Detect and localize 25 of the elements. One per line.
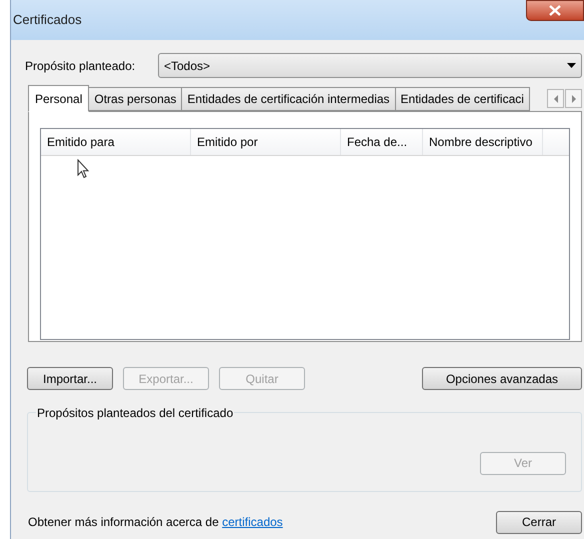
tab[interactable]: Otras personas bbox=[89, 87, 182, 111]
dialog-button[interactable]: Opciones avanzadas bbox=[422, 367, 582, 390]
tab[interactable]: Entidades de certificaci bbox=[396, 87, 530, 111]
tab[interactable]: Entidades de certificación intermedias bbox=[182, 87, 396, 111]
certificates-link[interactable]: certificados bbox=[222, 515, 283, 529]
purpose-dropdown[interactable]: <Todos> bbox=[158, 53, 582, 78]
right-arrow-icon bbox=[572, 94, 576, 102]
close-icon bbox=[549, 5, 561, 16]
scroll-left-button[interactable] bbox=[547, 89, 564, 108]
close-button[interactable] bbox=[526, 0, 584, 21]
column-header[interactable]: Fecha de... bbox=[341, 129, 423, 155]
info-text: Obtener más información acerca de certificados bbox=[28, 514, 283, 531]
left-arrow-icon bbox=[554, 94, 558, 102]
purpose-label: Propósito planteado: bbox=[25, 58, 136, 74]
column-header[interactable]: Emitido para bbox=[41, 129, 191, 155]
tab[interactable]: Personal bbox=[28, 85, 90, 112]
column-header[interactable]: Emitido por bbox=[191, 129, 341, 155]
dialog-button[interactable]: Cerrar bbox=[496, 510, 582, 534]
cursor-icon bbox=[77, 159, 90, 179]
scroll-right-button[interactable] bbox=[565, 89, 582, 108]
dialog-button[interactable]: Importar... bbox=[27, 367, 113, 390]
dropdown-value: <Todos> bbox=[164, 58, 210, 74]
window-title: Certificados bbox=[13, 11, 82, 30]
column-header[interactable]: Nombre descriptivo bbox=[423, 129, 543, 155]
dropdown-arrow-icon bbox=[567, 63, 576, 68]
